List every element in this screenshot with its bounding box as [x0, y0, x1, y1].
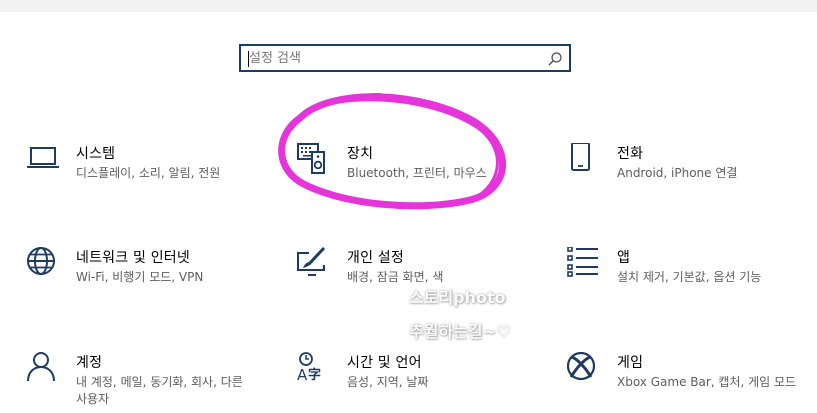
tile-title: 개인 설정 — [347, 250, 404, 266]
apps-list-icon — [567, 247, 603, 283]
phone-icon — [567, 143, 603, 179]
xbox-icon — [567, 352, 603, 388]
window-top-band — [0, 0, 817, 12]
tile-title: 장치 — [347, 146, 374, 162]
tile-description: Android, iPhone 연결 — [617, 166, 738, 180]
svg-text:字: 字 — [308, 367, 321, 383]
globe-icon — [26, 247, 62, 283]
tile-description: 음성, 지역, 날짜 — [347, 375, 429, 389]
tile-description: Bluetooth, 프린터, 마우스 — [347, 166, 487, 180]
tile-title: 게임 — [617, 355, 644, 371]
laptop-icon — [26, 143, 62, 179]
devices-icon — [297, 143, 333, 179]
tile-network[interactable]: 네트워크 및 인터넷 Wi-Fi, 비행기 모드, VPN — [26, 247, 256, 307]
tile-title: 앱 — [617, 250, 631, 266]
search-icon[interactable] — [547, 51, 563, 67]
tile-apps[interactable]: 앱 설치 제거, 기본값, 옵션 기능 — [567, 247, 797, 307]
tile-title: 네트워크 및 인터넷 — [76, 250, 190, 266]
watermark-line-1: 스토리photo — [409, 288, 506, 307]
tile-description: Xbox Game Bar, 캡처, 게임 모드 — [617, 375, 797, 389]
tile-description: 디스플레이, 소리, 알림, 전원 — [76, 166, 221, 180]
personalization-icon — [297, 247, 333, 283]
tile-devices[interactable]: 장치 Bluetooth, 프린터, 마우스 — [297, 143, 527, 203]
time-language-icon: A 字 — [297, 352, 333, 388]
search-input[interactable] — [249, 49, 539, 67]
tile-time-language[interactable]: A 字 시간 및 언어 음성, 지역, 날짜 — [297, 352, 527, 412]
tile-description: 내 계정, 메일, 동기화, 회사, 다른 사용자 — [76, 375, 243, 406]
tile-title: 시스템 — [76, 146, 116, 162]
tile-title: 전화 — [617, 146, 644, 162]
tile-title: 계정 — [76, 355, 103, 371]
tile-accounts[interactable]: 계정 내 계정, 메일, 동기화, 회사, 다른 사용자 — [26, 352, 256, 412]
tile-gaming[interactable]: 게임 Xbox Game Bar, 캡처, 게임 모드 — [567, 352, 797, 412]
settings-search-box[interactable] — [239, 44, 571, 72]
person-icon — [26, 352, 62, 388]
tile-system[interactable]: 시스템 디스플레이, 소리, 알림, 전원 — [26, 143, 256, 203]
watermark-line-2: 추월하는길~♡ — [409, 322, 511, 341]
tile-description: Wi-Fi, 비행기 모드, VPN — [76, 270, 204, 284]
tile-phone[interactable]: 전화 Android, iPhone 연결 — [567, 143, 797, 203]
tile-title: 시간 및 언어 — [347, 355, 422, 371]
tile-description: 설치 제거, 기본값, 옵션 기능 — [617, 270, 762, 284]
svg-text:A: A — [297, 366, 308, 384]
